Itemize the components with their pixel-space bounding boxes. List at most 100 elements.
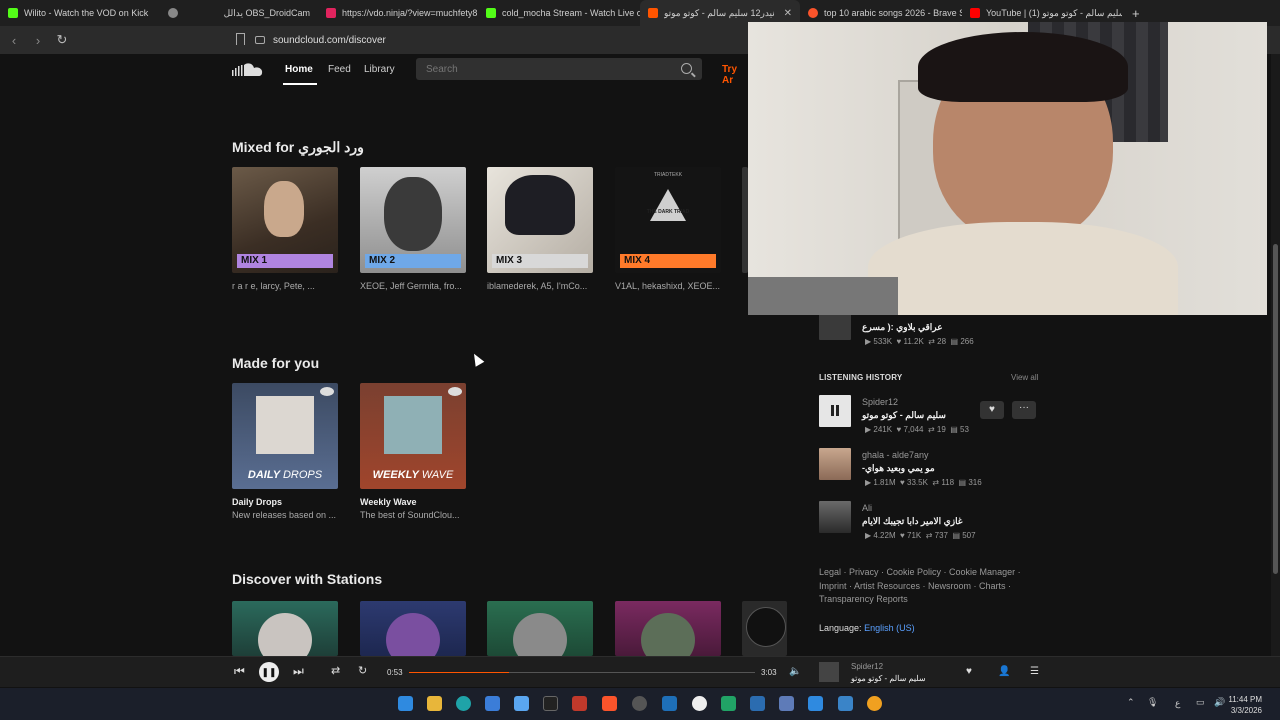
app-icon[interactable]: [514, 696, 529, 711]
app-icon[interactable]: [808, 696, 823, 711]
footer-links-3[interactable]: Transparency Reports: [819, 594, 908, 604]
nav-home[interactable]: Home: [285, 64, 313, 75]
nav-library[interactable]: Library: [364, 64, 395, 75]
new-tab-button[interactable]: +: [1122, 6, 1150, 21]
app-icon[interactable]: [838, 696, 853, 711]
view-all-link[interactable]: View all: [1011, 373, 1038, 382]
browser-tab[interactable]: [160, 0, 222, 26]
top-track-thumb[interactable]: [819, 314, 851, 340]
repeat-icon[interactable]: ↻: [358, 664, 367, 677]
brave-icon: [808, 8, 818, 18]
site-info-icon[interactable]: [255, 36, 265, 44]
page-scrollbar[interactable]: [1271, 54, 1280, 656]
app-icon[interactable]: [632, 696, 647, 711]
scroll-thumb[interactable]: [1273, 244, 1278, 574]
mix-card-2-artists[interactable]: XEOE, Jeff Germita, fro...: [360, 281, 468, 291]
history-3-title[interactable]: غازي الامير دابا تجيبك الايام: [862, 516, 963, 527]
now-playing-thumb[interactable]: [819, 662, 839, 682]
store-icon[interactable]: [485, 696, 500, 711]
mix-card-1-artists[interactable]: r a r e, larcy, Pete, ...: [232, 281, 340, 291]
mix-card-4-art[interactable]: TRIADTEKK THE DARK TRIAD MIX 4: [615, 167, 721, 273]
weekly-wave-art[interactable]: WEEKLY WAVE: [360, 383, 466, 489]
next-icon[interactable]: ⏭: [293, 664, 304, 679]
app-icon[interactable]: [572, 696, 587, 711]
shuffle-icon[interactable]: ⇄: [331, 664, 340, 677]
history-2-thumb[interactable]: [819, 448, 851, 480]
browser-tab[interactable]: cold_mocha Stream - Watch Live on: [478, 0, 640, 26]
station-card-1[interactable]: [232, 601, 338, 656]
terminal-icon[interactable]: [543, 696, 558, 711]
like-icon[interactable]: ♥: [980, 401, 1004, 419]
station-card-5-partial[interactable]: [742, 601, 787, 656]
listening-history-label: LISTENING HISTORY: [819, 373, 903, 382]
progress-bar[interactable]: [409, 672, 755, 673]
language-link[interactable]: English (US): [864, 623, 915, 633]
station-card-3[interactable]: [487, 601, 593, 656]
art-label: DAILY DROPS: [232, 469, 338, 481]
app-icon[interactable]: [867, 696, 882, 711]
footer-links-1[interactable]: Legal · Privacy · Cookie Policy · Cookie…: [819, 567, 1021, 577]
nav-feed[interactable]: Feed: [328, 64, 351, 75]
close-tab-icon[interactable]: ✕: [784, 8, 792, 19]
volume-icon[interactable]: 🔈: [789, 666, 801, 677]
daily-drops-title[interactable]: Daily Drops: [232, 497, 342, 507]
tray-chevron-icon[interactable]: ⌃: [1127, 697, 1135, 708]
microphone-icon[interactable]: 🎙: [1147, 697, 1158, 708]
station-card-2[interactable]: [360, 601, 466, 656]
like-icon[interactable]: ♥: [966, 666, 972, 677]
file-explorer-icon[interactable]: [427, 696, 442, 711]
tray-clock[interactable]: 11:44 PM 3/3/2026: [1228, 694, 1262, 716]
cover-photo: [384, 396, 442, 454]
history-1-user[interactable]: Spider12: [862, 397, 898, 407]
mix-card-4-artists[interactable]: V1AL, hekashixd, XEOE...: [615, 281, 723, 291]
follow-user-icon[interactable]: 👤: [998, 666, 1010, 677]
forward-icon[interactable]: ›: [28, 33, 48, 48]
obs-icon[interactable]: [692, 696, 707, 711]
excel-icon[interactable]: [721, 696, 736, 711]
search-input[interactable]: [426, 63, 656, 75]
mix-card-1-art[interactable]: MIX 1: [232, 167, 338, 273]
mix-card-3-artists[interactable]: iblamederek, A5, I'mCo...: [487, 281, 595, 291]
weekly-wave-title[interactable]: Weekly Wave: [360, 497, 470, 507]
daily-drops-art[interactable]: DAILY DROPS: [232, 383, 338, 489]
footer-links-2[interactable]: Imprint · Artist Resources · Newsroom · …: [819, 581, 1011, 591]
history-2-title[interactable]: -مو يمي وبعيد هواي: [862, 463, 935, 474]
history-1-thumb[interactable]: [819, 395, 851, 427]
browser-tab[interactable]: يدالل OBS_DroidCam: [222, 0, 318, 26]
top-track-title[interactable]: عراقي بلاوي :( مسرع: [862, 322, 943, 333]
reload-icon[interactable]: ↻: [52, 32, 72, 48]
browser-tab[interactable]: Wilito - Watch the VOD on Kick: [0, 0, 160, 26]
triangle-icon: [650, 189, 686, 221]
browser-tab[interactable]: https://vdo.ninja/?view=muchfety8K: [318, 0, 478, 26]
history-1-title[interactable]: سليم سالم - كوتو موتو: [862, 410, 946, 421]
soundcloud-logo-icon[interactable]: [232, 62, 264, 78]
now-playing-user[interactable]: Spider12: [851, 662, 883, 671]
now-playing-title[interactable]: سليم سالم - كوتو موتو: [851, 674, 926, 683]
history-3-user[interactable]: Ali: [862, 503, 872, 513]
url-text[interactable]: soundcloud.com/discover: [273, 35, 386, 46]
back-icon[interactable]: ‹: [4, 33, 24, 48]
queue-icon[interactable]: ☰: [1030, 666, 1039, 677]
mix-card-3-art[interactable]: MIX 3: [487, 167, 593, 273]
brave-icon[interactable]: [602, 696, 617, 711]
app-icon[interactable]: [779, 696, 794, 711]
history-3-thumb[interactable]: [819, 501, 851, 533]
speaker-icon[interactable]: 🔊: [1214, 697, 1225, 708]
edge-icon[interactable]: [456, 696, 471, 711]
app-icon[interactable]: [662, 696, 677, 711]
search-icon[interactable]: [681, 63, 692, 74]
history-2-user[interactable]: ghala - alde7any: [862, 450, 929, 460]
mix-card-2-art[interactable]: MIX 2: [360, 167, 466, 273]
network-icon[interactable]: ▭: [1196, 697, 1205, 708]
previous-icon[interactable]: ⏮: [234, 664, 245, 679]
start-icon[interactable]: [398, 696, 413, 711]
app-icon[interactable]: [750, 696, 765, 711]
bookmark-icon[interactable]: [236, 33, 245, 45]
try-artist-pro-link[interactable]: Try Ar: [722, 64, 750, 86]
keyboard-language[interactable]: ع: [1175, 698, 1180, 709]
pause-button[interactable]: ❚❚: [259, 662, 279, 682]
url-field[interactable]: soundcloud.com/discover: [255, 31, 386, 49]
station-avatar: [258, 613, 312, 656]
more-options-icon[interactable]: ···: [1012, 401, 1036, 419]
station-card-4[interactable]: [615, 601, 721, 656]
